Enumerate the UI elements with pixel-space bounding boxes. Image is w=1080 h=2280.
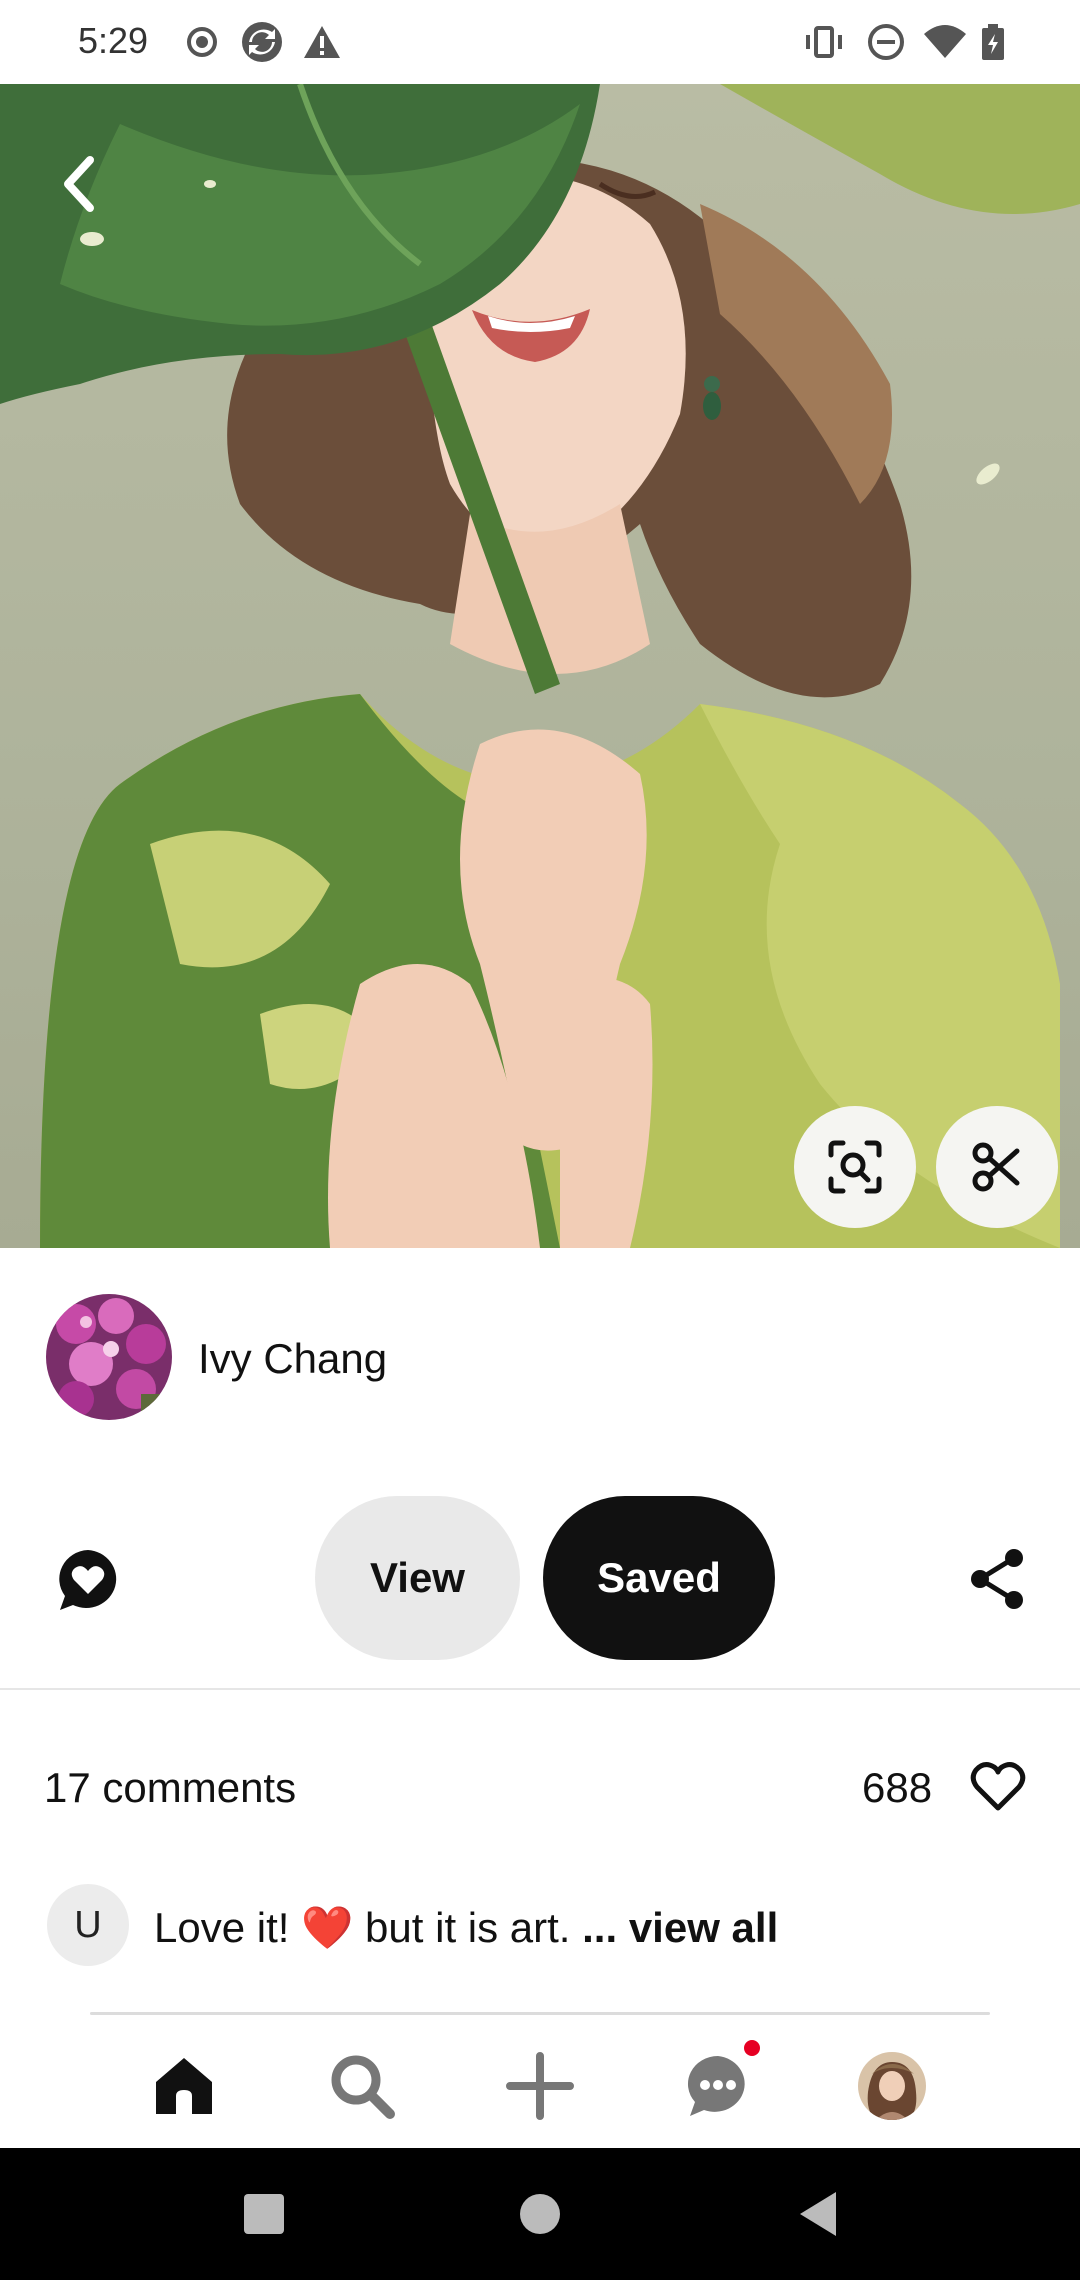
nav-messages[interactable] [680,2040,760,2124]
sync-icon [242,22,282,62]
comment-text-start: Love it! [154,1904,302,1951]
recents-icon[interactable] [236,2186,292,2242]
home-icon [156,2058,212,2114]
home-circle-icon[interactable] [512,2186,568,2242]
wifi-icon [924,25,966,58]
comment-reaction-icon[interactable] [56,1548,120,1612]
illustration-woman-under-lotus-leaf [0,84,1080,1248]
search-icon [331,2055,395,2119]
red-heart-emoji: ❤️ [301,1904,354,1951]
create-icon [506,2052,574,2120]
visual-search-button[interactable] [794,1106,916,1228]
saved-button[interactable]: Saved [543,1496,775,1660]
visual-search-icon [828,1140,882,1194]
likes-count: 688 [862,1764,933,1811]
warning-icon [304,26,340,58]
battery-icon [982,24,1004,60]
sheet-edge [90,2012,990,2015]
notification-dot [744,2040,760,2056]
profile-photo [858,2052,926,2120]
vibrate-icon [806,26,842,58]
messages-icon [687,2056,745,2116]
nav-home[interactable] [146,2048,222,2124]
comment-preview[interactable]: Love it! ❤️ but it is art. ... view all [154,1904,778,1953]
status-bar: 5:29 [0,0,1080,84]
comment-text-end: but it is art. [353,1904,583,1951]
system-back-icon[interactable] [790,2186,846,2242]
profile-avatar [858,2052,926,2120]
scissors-icon [972,1142,1020,1192]
nav-search[interactable] [324,2048,400,2124]
cutout-button[interactable] [936,1106,1058,1228]
status-time: 5:29 [78,20,149,61]
pin-image[interactable] [0,84,1080,1248]
heart-icon[interactable] [970,1760,1026,1812]
divider [0,1688,1080,1690]
comments-count[interactable]: 17 comments [44,1764,296,1812]
author-name[interactable]: Ivy Chang [198,1335,387,1383]
nav-create[interactable] [502,2048,578,2124]
do-not-disturb-icon [868,24,904,60]
author-avatar[interactable] [46,1294,172,1420]
view-all-link[interactable]: ... view all [582,1904,778,1951]
share-icon[interactable] [968,1547,1028,1611]
commenter-avatar[interactable]: U [47,1884,129,1966]
view-button[interactable]: View [315,1496,520,1660]
record-icon [187,27,217,57]
nav-profile[interactable] [854,2048,930,2124]
back-arrow-icon[interactable] [40,144,120,224]
bottom-nav [0,2018,1080,2148]
orchid-photo [46,1294,172,1420]
system-navigation-bar [0,2148,1080,2280]
